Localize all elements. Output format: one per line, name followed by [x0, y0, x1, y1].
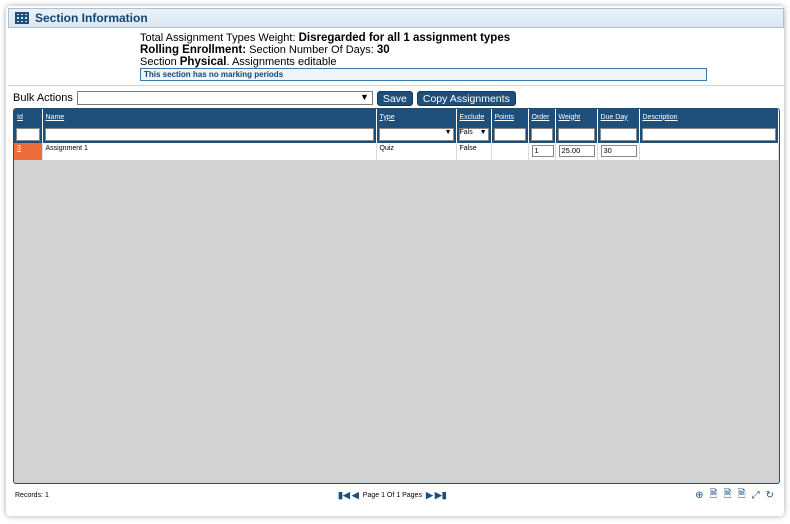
collapse-icon[interactable]: ⤢: [752, 490, 760, 501]
col-header-exclude[interactable]: Exclude: [456, 109, 492, 125]
filter-points-input[interactable]: [493, 127, 526, 141]
marking-periods-notice: This section has no marking periods: [140, 68, 707, 81]
row-description: [639, 143, 779, 160]
col-header-order[interactable]: Order: [528, 109, 556, 125]
weight-line: Total Assignment Types Weight: Disregard…: [140, 32, 720, 44]
filter-weight-input[interactable]: [557, 127, 595, 141]
grid-icon: [15, 12, 29, 24]
row-name: Assignment 1: [42, 143, 377, 160]
export-icon[interactable]: 🗎: [709, 487, 717, 504]
page-text: Page 1 Of 1 Pages: [362, 491, 422, 499]
filter-due-day-input[interactable]: [599, 127, 637, 141]
chevron-down-icon: ▼: [479, 128, 487, 136]
table-row[interactable]: 3 Assignment 1 Quiz False 1 25.00 30: [14, 143, 779, 160]
add-icon[interactable]: ⊕: [695, 490, 703, 501]
row-type: Quiz: [376, 143, 457, 160]
filter-id-input[interactable]: [16, 127, 40, 141]
days-value: 30: [376, 44, 390, 56]
chevron-down-icon: ▼: [360, 92, 369, 102]
save-button[interactable]: Save: [376, 90, 413, 106]
section-title: Section Information: [35, 11, 148, 25]
bulk-actions-bar: Bulk Actions ▼ Save Copy Assignments: [13, 90, 516, 106]
records-count: Records: 1: [15, 491, 49, 499]
section-header: Section Information: [8, 8, 784, 28]
rolling-label: Rolling Enrollment:: [140, 44, 247, 56]
col-header-id[interactable]: Id: [14, 109, 43, 125]
row-order-input[interactable]: 1: [531, 145, 554, 157]
rolling-line: Rolling Enrollment: Section Number Of Da…: [140, 44, 720, 56]
export-pdf-icon[interactable]: 🗎: [738, 487, 746, 504]
row-weight-input[interactable]: 25.00: [558, 145, 595, 157]
filter-name-input[interactable]: [44, 127, 374, 141]
grid-tools: ⊕ 🗎 🗎 🗎 ⤢ ↻: [695, 487, 774, 504]
days-label: Section Number Of Days:: [249, 44, 374, 56]
section-type: Physical: [179, 56, 227, 68]
assignments-grid: Id Name Type Exclude Points Order Weight…: [13, 108, 780, 484]
row-exclude: False: [456, 143, 492, 160]
section-type-line: Section Physical. Assignments editable: [140, 56, 720, 68]
col-header-weight[interactable]: Weight: [555, 109, 598, 125]
col-header-description[interactable]: Description: [639, 109, 779, 125]
bulk-actions-select[interactable]: ▼: [76, 91, 373, 105]
prev-page-icon[interactable]: ◀: [352, 490, 359, 501]
pager: ▮◀ ◀ Page 1 Of 1 Pages ▶ ▶▮: [338, 490, 447, 501]
filter-type-select[interactable]: ▼: [378, 127, 454, 141]
grid-footer: Records: 1 ▮◀ ◀ Page 1 Of 1 Pages ▶ ▶▮ ⊕…: [13, 487, 780, 503]
row-due-day-input[interactable]: 30: [600, 145, 637, 157]
row-points: [491, 143, 529, 160]
copy-assignments-button[interactable]: Copy Assignments: [416, 90, 516, 106]
row-id-link[interactable]: 3: [14, 143, 43, 160]
section-suffix: . Assignments editable: [226, 56, 337, 68]
first-page-icon[interactable]: ▮◀: [338, 490, 350, 501]
weight-value: Disregarded for all 1 assignment types: [298, 32, 511, 44]
refresh-icon[interactable]: ↻: [766, 490, 774, 501]
col-header-points[interactable]: Points: [491, 109, 529, 125]
filter-order-input[interactable]: [530, 127, 553, 141]
weight-label: Total Assignment Types Weight:: [140, 32, 296, 44]
bulk-actions-label: Bulk Actions: [13, 92, 73, 104]
filter-description-input[interactable]: [641, 127, 776, 141]
chevron-down-icon: ▼: [444, 128, 452, 136]
divider: [8, 85, 784, 86]
last-page-icon[interactable]: ▶▮: [435, 490, 447, 501]
next-page-icon[interactable]: ▶: [426, 490, 433, 501]
section-word: Section: [140, 56, 177, 68]
section-info: Total Assignment Types Weight: Disregard…: [140, 32, 720, 68]
col-header-due-day[interactable]: Due Day: [597, 109, 640, 125]
col-header-type[interactable]: Type: [376, 109, 457, 125]
filter-exclude-value: Fals: [459, 128, 473, 136]
export-excel-icon[interactable]: 🗎: [724, 487, 732, 504]
assignments-table: Id Name Type Exclude Points Order Weight…: [14, 109, 779, 160]
filter-exclude-select[interactable]: Fals ▼: [458, 127, 489, 141]
col-header-name[interactable]: Name: [42, 109, 377, 125]
